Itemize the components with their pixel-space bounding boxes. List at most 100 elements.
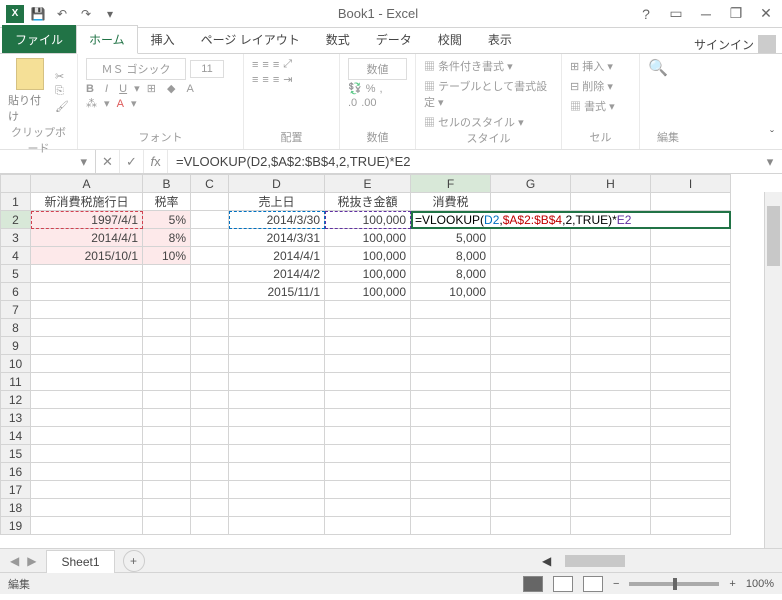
copy-icon[interactable]: ⎘ <box>55 85 69 98</box>
cell[interactable] <box>491 373 571 391</box>
font-color-button[interactable]: A <box>187 83 194 95</box>
scroll-thumb[interactable] <box>767 206 780 266</box>
align-right-button[interactable]: ≡ <box>273 74 279 86</box>
cell[interactable] <box>411 373 491 391</box>
cell[interactable] <box>651 373 731 391</box>
cell[interactable] <box>143 499 191 517</box>
save-button[interactable]: 💾 <box>28 4 48 24</box>
add-sheet-button[interactable]: + <box>123 550 145 572</box>
align-bottom-button[interactable]: ≡ <box>273 59 279 71</box>
row-header[interactable]: 2 <box>1 211 31 229</box>
cell[interactable] <box>571 229 651 247</box>
row-header[interactable]: 14 <box>1 427 31 445</box>
tab-data[interactable]: データ <box>363 25 425 53</box>
cell[interactable] <box>191 319 229 337</box>
font-name-select[interactable]: ＭＳ ゴシック <box>86 58 186 80</box>
cell[interactable] <box>229 301 325 319</box>
cell[interactable]: 100,000 <box>325 229 411 247</box>
cell[interactable] <box>191 391 229 409</box>
cancel-formula-button[interactable]: ✕ <box>96 150 120 173</box>
cell[interactable] <box>651 517 731 535</box>
row-header[interactable]: 16 <box>1 463 31 481</box>
formula-input[interactable]: =VLOOKUP(D2,$A$2:$B$4,2,TRUE)*E2 <box>168 154 758 169</box>
zoom-slider-thumb[interactable] <box>673 578 677 590</box>
cell[interactable] <box>191 463 229 481</box>
cell[interactable] <box>651 463 731 481</box>
cell[interactable] <box>325 391 411 409</box>
cell[interactable] <box>491 427 571 445</box>
col-header-h[interactable]: H <box>571 175 651 193</box>
cell[interactable] <box>411 301 491 319</box>
cell[interactable]: 税抜き金額 <box>325 193 411 211</box>
cell[interactable] <box>143 463 191 481</box>
cell[interactable] <box>571 355 651 373</box>
bold-button[interactable]: B <box>86 83 94 95</box>
comma-button[interactable]: , <box>379 83 382 95</box>
cell[interactable]: 2014/4/1 <box>31 229 143 247</box>
horizontal-scrollbar[interactable]: ◀ <box>542 553 782 569</box>
next-sheet-icon[interactable]: ▶ <box>27 554 36 568</box>
cell[interactable]: 100,000 <box>325 211 411 229</box>
cell[interactable] <box>229 337 325 355</box>
cell[interactable]: 8,000 <box>411 247 491 265</box>
normal-view-button[interactable] <box>523 576 543 592</box>
cell[interactable] <box>31 409 143 427</box>
row-header[interactable]: 9 <box>1 337 31 355</box>
col-header-i[interactable]: I <box>651 175 731 193</box>
cell[interactable] <box>191 265 229 283</box>
row-header[interactable]: 11 <box>1 373 31 391</box>
page-break-view-button[interactable] <box>583 576 603 592</box>
cell[interactable] <box>229 517 325 535</box>
col-header-e[interactable]: E <box>325 175 411 193</box>
increase-decimal-button[interactable]: .0 <box>348 97 357 109</box>
cell[interactable] <box>571 517 651 535</box>
tab-insert[interactable]: 挿入 <box>138 25 188 53</box>
cell[interactable]: 2014/3/30 <box>229 211 325 229</box>
cell[interactable] <box>491 463 571 481</box>
zoom-in-button[interactable]: + <box>729 578 735 590</box>
cell[interactable] <box>411 445 491 463</box>
cell[interactable] <box>31 283 143 301</box>
cell[interactable] <box>229 355 325 373</box>
cell[interactable] <box>651 301 731 319</box>
cell[interactable]: 5,000 <box>411 229 491 247</box>
sign-in[interactable]: サインイン <box>694 35 776 53</box>
row-header[interactable]: 5 <box>1 265 31 283</box>
zoom-out-button[interactable]: − <box>613 578 619 590</box>
cell[interactable]: 2014/3/31 <box>229 229 325 247</box>
zoom-level[interactable]: 100% <box>746 578 774 590</box>
cell[interactable] <box>651 319 731 337</box>
cell[interactable] <box>143 409 191 427</box>
qat-customize-icon[interactable]: ▾ <box>100 4 120 24</box>
row-header[interactable]: 1 <box>1 193 31 211</box>
cell[interactable] <box>143 337 191 355</box>
cell[interactable]: 10,000 <box>411 283 491 301</box>
cell[interactable] <box>229 463 325 481</box>
row-header[interactable]: 13 <box>1 409 31 427</box>
cell[interactable] <box>491 391 571 409</box>
cell[interactable] <box>31 301 143 319</box>
cell[interactable] <box>491 499 571 517</box>
cell[interactable] <box>571 391 651 409</box>
expand-formula-bar-button[interactable]: ▾ <box>758 150 782 173</box>
tab-home[interactable]: ホーム <box>76 25 138 54</box>
cell[interactable] <box>325 301 411 319</box>
cell[interactable] <box>571 319 651 337</box>
cell[interactable] <box>491 301 571 319</box>
cell[interactable] <box>651 337 731 355</box>
cell[interactable] <box>229 319 325 337</box>
worksheet-area[interactable]: A B C D E F G H I 1新消費税施行日税率売上日税抜き金額消費税 … <box>0 174 782 548</box>
row-header[interactable]: 18 <box>1 499 31 517</box>
cell[interactable] <box>411 409 491 427</box>
cell[interactable] <box>411 427 491 445</box>
find-icon[interactable]: 🔍 <box>648 58 688 78</box>
cell[interactable] <box>143 427 191 445</box>
delete-cells-button[interactable]: ⊟ 削除 ▾ <box>570 78 631 94</box>
fill-color-button[interactable]: ◆ <box>167 82 175 95</box>
cell[interactable] <box>229 427 325 445</box>
cell[interactable] <box>191 481 229 499</box>
zoom-slider[interactable] <box>629 582 719 586</box>
tab-formula[interactable]: 数式 <box>313 25 363 53</box>
sheet-tab[interactable]: Sheet1 <box>46 550 114 573</box>
conditional-format-button[interactable]: ▦ 条件付き書式 ▾ <box>424 58 553 74</box>
